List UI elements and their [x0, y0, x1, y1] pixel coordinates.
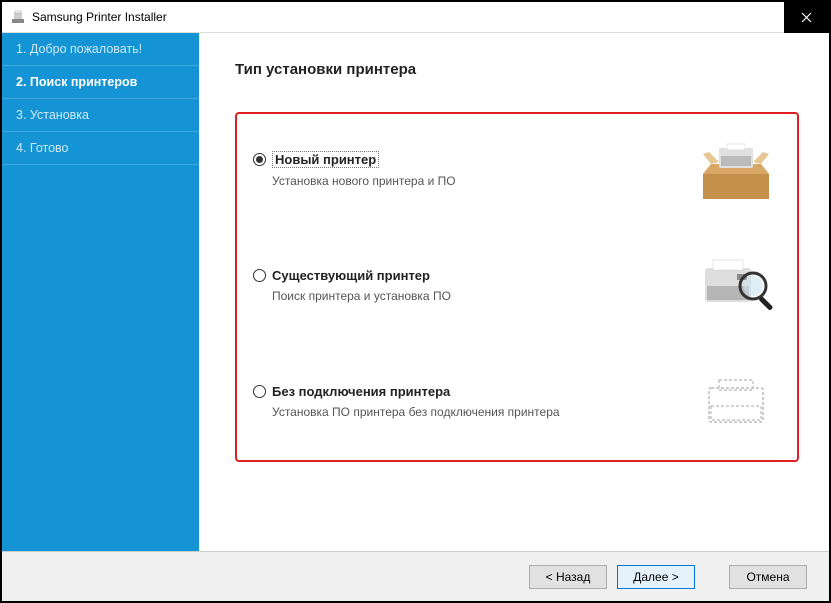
option-label: Новый принтер: [272, 151, 379, 168]
printer-in-box-icon: [691, 134, 781, 204]
sidebar-item-search: 2. Поиск принтеров: [2, 66, 199, 99]
cancel-button[interactable]: Отмена: [729, 565, 807, 589]
printer-outline-icon: [691, 366, 781, 436]
sidebar: 1. Добро пожаловать! 2. Поиск принтеров …: [2, 33, 199, 551]
option-existing-printer[interactable]: Существующий принтер Поиск принтера и ус…: [253, 250, 781, 320]
titlebar: Samsung Printer Installer: [2, 2, 829, 33]
option-desc: Поиск принтера и установка ПО: [272, 289, 451, 303]
main-area: 1. Добро пожаловать! 2. Поиск принтеров …: [2, 33, 829, 551]
option-label: Без подключения принтера: [272, 384, 450, 399]
option-no-connection[interactable]: Без подключения принтера Установка ПО пр…: [253, 366, 781, 436]
close-button[interactable]: [784, 2, 829, 33]
next-button[interactable]: Далее >: [617, 565, 695, 589]
options-group: Новый принтер Установка нового принтера …: [235, 112, 799, 462]
sidebar-item-done: 4. Готово: [2, 132, 199, 165]
footer-buttons: < Назад Далее > Отмена: [2, 551, 829, 601]
option-new-printer[interactable]: Новый принтер Установка нового принтера …: [253, 134, 781, 204]
content-area: Тип установки принтера Новый принтер Уст…: [199, 33, 829, 551]
page-title: Тип установки принтера: [235, 61, 799, 78]
radio-new-printer[interactable]: [253, 153, 266, 166]
app-icon: [10, 9, 26, 25]
back-button[interactable]: < Назад: [529, 565, 607, 589]
window-title: Samsung Printer Installer: [32, 10, 784, 24]
radio-no-connection[interactable]: [253, 385, 266, 398]
option-desc: Установка ПО принтера без подключения пр…: [272, 405, 560, 419]
option-desc: Установка нового принтера и ПО: [272, 174, 456, 188]
radio-existing-printer[interactable]: [253, 269, 266, 282]
option-label: Существующий принтер: [272, 268, 430, 283]
sidebar-item-welcome: 1. Добро пожаловать!: [2, 33, 199, 66]
printer-magnifier-icon: [691, 250, 781, 320]
sidebar-item-install: 3. Установка: [2, 99, 199, 132]
